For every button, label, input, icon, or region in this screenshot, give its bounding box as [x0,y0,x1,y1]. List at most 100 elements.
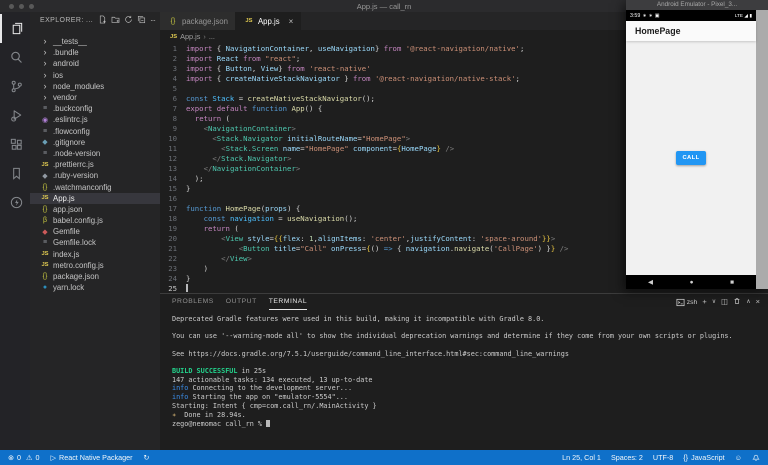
call-button[interactable]: CALL [676,151,705,165]
indentation-setting[interactable]: Spaces: 2 [611,453,643,462]
file-item-babel.config.js[interactable]: βbabel.config.js [30,215,160,226]
line-number: 14 [160,174,186,184]
panel-tab-problems[interactable]: PROBLEMS [172,294,214,310]
panel-tab-terminal[interactable]: TERMINAL [269,294,307,310]
activity-extensions-icon[interactable] [0,130,30,159]
file-item-app.json[interactable]: {}app.json [30,204,160,215]
rn-packager-status[interactable]: ▷ React Native Packager [50,453,132,462]
recents-button[interactable]: ■ [730,279,734,286]
zoom-window-button[interactable] [29,4,34,9]
notifications-bell[interactable] [752,454,760,462]
activity-run-debug-icon[interactable] [0,101,30,130]
activity-bookmarks-icon[interactable] [0,159,30,188]
js-file-icon: JS [39,195,51,201]
more-icon[interactable]: ··· [150,18,155,24]
activity-source-control-icon[interactable] [0,72,30,101]
file-item-android[interactable]: ›android [30,58,160,69]
terminal-line: zego@nemomac call_rn % [172,420,768,429]
activity-thunder-client-icon[interactable] [0,188,30,217]
encoding-setting[interactable]: UTF-8 [653,453,673,462]
file-item-.watchmanconfig[interactable]: {}.watchmanconfig [30,181,160,192]
warning-count: 0 [35,453,39,462]
error-count: 0 [17,453,21,462]
new-folder-icon[interactable] [111,15,120,26]
terminal[interactable]: Deprecated Gradle features were used in … [160,310,768,450]
gem-gray-file-icon: ◆ [39,172,51,180]
file-label: .flowconfig [53,127,90,136]
lines-file-icon: ≡ [39,239,51,246]
feedback-smiley-icon[interactable]: ☺ [735,453,742,462]
explorer-actions: ··· [98,15,155,26]
close-window-button[interactable] [9,4,14,9]
collapse-all-icon[interactable] [137,15,146,26]
shell-indicator[interactable]: zsh [676,298,698,307]
file-item-node_modules[interactable]: ›node_modules [30,81,160,92]
bell-icon [752,454,760,462]
gear-file-icon: ≡ [39,105,51,112]
file-item-.buckconfig[interactable]: ≡.buckconfig [30,103,160,114]
problems-status[interactable]: ⊗ 0 ⚠ 0 [8,453,39,462]
close-panel-button[interactable]: × [756,298,760,306]
app-bar: HomePage [626,21,756,41]
folder-chevron-icon: › [39,94,51,101]
refresh-icon[interactable] [124,15,133,26]
split-terminal-button[interactable]: ◫ [721,298,728,306]
file-label: Gemfile [53,227,80,236]
app-content: CALL [626,41,756,275]
file-item-vendor[interactable]: ›vendor [30,92,160,103]
file-item-__tests__[interactable]: ›__tests__ [30,36,160,47]
window-title: App.js — call_rn [357,2,412,11]
file-label: node_modules [53,82,104,91]
file-item-.flowconfig[interactable]: ≡.flowconfig [30,126,160,137]
file-item-.eslintrc.js[interactable]: ◉.eslintrc.js [30,114,160,125]
language-mode[interactable]: {} JavaScript [683,453,724,462]
file-item-ios[interactable]: ›ios [30,70,160,81]
file-item-.ruby-version[interactable]: ◆.ruby-version [30,170,160,181]
file-item-package.json[interactable]: {}package.json [30,271,160,282]
lines-file-icon: ≡ [39,150,51,157]
notification-icon: ∗ [649,13,653,19]
file-item-Gemfile.lock[interactable]: ≡Gemfile.lock [30,237,160,248]
eslint-file-icon: ◉ [39,116,51,124]
file-item-yarn.lock[interactable]: ●yarn.lock [30,282,160,293]
file-label: __tests__ [53,37,87,46]
folder-chevron-icon: › [39,38,51,45]
file-item-index.js[interactable]: JSindex.js [30,249,160,260]
file-item-App.js[interactable]: JSApp.js [30,193,160,204]
play-icon: ▷ [50,453,56,462]
folder-chevron-icon: › [39,49,51,56]
file-item-.bundle[interactable]: ›.bundle [30,47,160,58]
new-terminal-button[interactable]: + [702,298,706,306]
file-item-.prettierrc.js[interactable]: JS.prettierrc.js [30,159,160,170]
warning-icon: ⚠ [26,453,32,462]
maximize-panel-button[interactable]: ∧ [746,298,750,306]
cursor-position[interactable]: Ln 25, Col 1 [562,453,601,462]
activity-explorer-icon[interactable] [0,14,30,43]
tab-App.js[interactable]: JSApp.js× [236,12,301,30]
close-tab-icon[interactable]: × [289,17,294,26]
file-item-.node-version[interactable]: ≡.node-version [30,148,160,159]
app-bar-title: HomePage [635,26,680,36]
chevron-down-icon[interactable]: ∨ [712,298,716,306]
gem-red-file-icon: ◆ [39,228,51,236]
kill-terminal-button[interactable] [733,297,741,307]
explorer-sidebar: EXPLORER: ... ··· ›__tests__›.bundle›and… [30,12,160,450]
line-number: 1 [160,44,186,54]
file-label: package.json [53,272,99,281]
file-label: .prettierrc.js [53,160,94,169]
code-text: </View> [186,254,252,264]
file-item-metro.config.js[interactable]: JSmetro.config.js [30,260,160,271]
emulator-titlebar[interactable]: Android Emulator - Pixel_3... [626,0,768,10]
back-button[interactable]: ◀ [648,278,653,286]
home-button[interactable]: ● [690,279,694,286]
tab-label: package.json [182,17,228,26]
panel-tab-output[interactable]: OUTPUT [226,294,257,310]
line-number: 22 [160,254,186,264]
minimize-window-button[interactable] [19,4,24,9]
sync-status[interactable]: ↻ [144,453,150,462]
new-file-icon[interactable] [98,15,107,26]
activity-search-icon[interactable] [0,43,30,72]
file-item-Gemfile[interactable]: ◆Gemfile [30,226,160,237]
file-item-.gitignore[interactable]: ◆.gitignore [30,137,160,148]
tab-package.json[interactable]: {}package.json [160,12,236,30]
